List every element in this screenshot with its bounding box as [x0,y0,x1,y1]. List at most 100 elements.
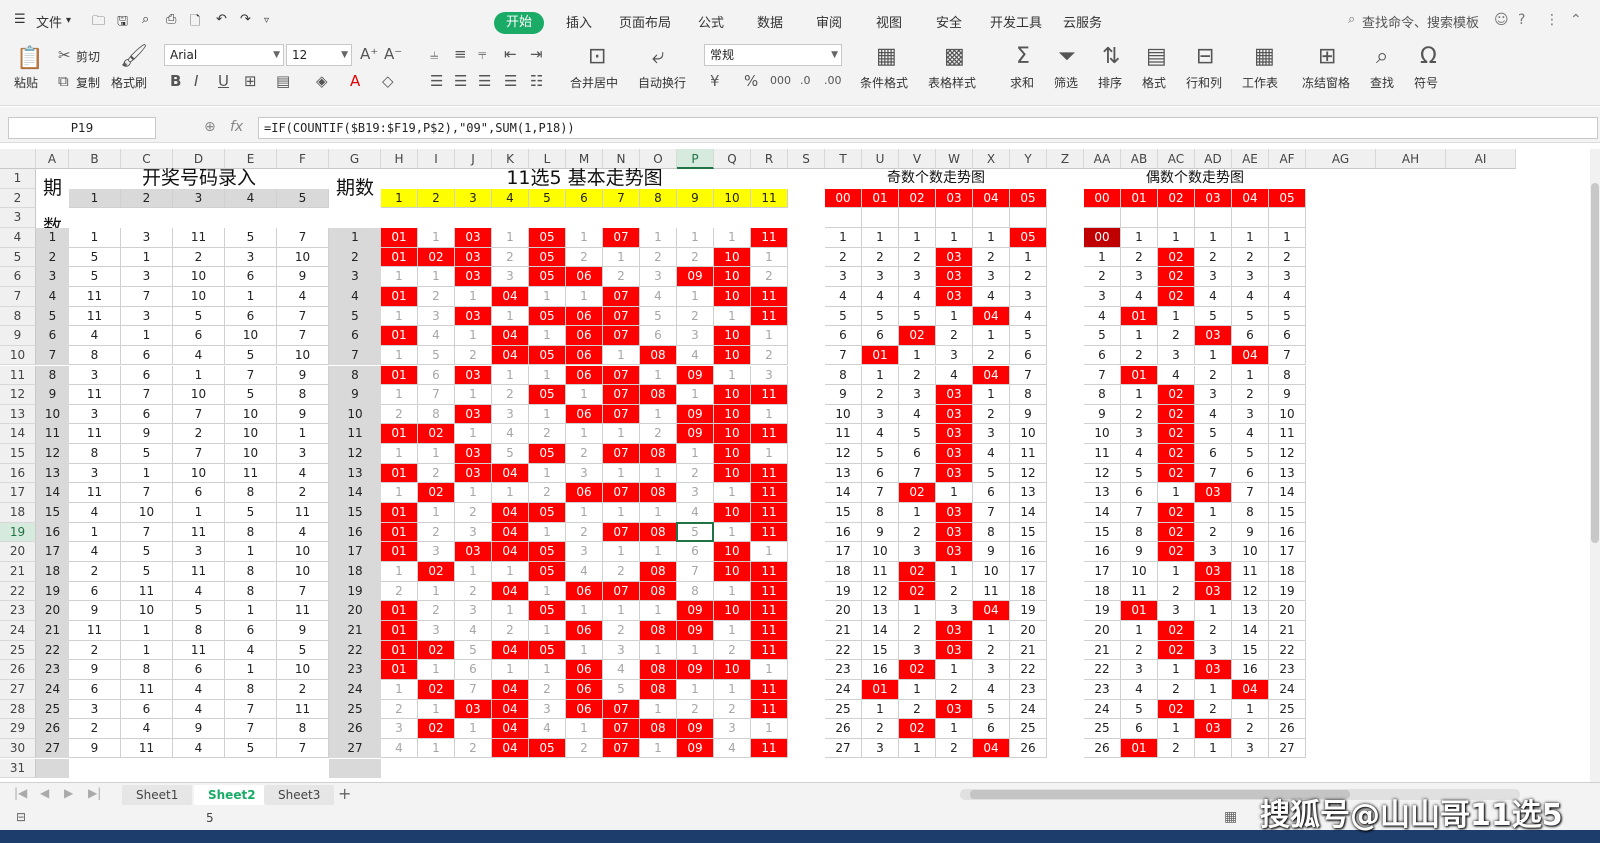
trend-cell[interactable]: 04 [492,581,529,602]
even-count-cell[interactable]: 26 [1084,738,1121,759]
trend-cell[interactable]: 6 [677,542,714,562]
odd-count-cell[interactable]: 7 [899,463,936,484]
column-header-Q[interactable]: Q [714,149,751,169]
even-count-cell[interactable]: 3 [1232,404,1269,425]
trend-cell[interactable]: 10 [714,463,751,484]
even-count-cell[interactable]: 03 [1195,483,1232,504]
trend-cell[interactable]: 3 [751,365,788,386]
draw-cell[interactable]: 4 [121,719,173,739]
trend-cell[interactable]: 03 [455,404,492,425]
row-header-11[interactable]: 11 [0,365,36,386]
even-count-cell[interactable]: 03 [1195,581,1232,602]
draw-cell[interactable]: 9 [277,267,329,287]
trend-cell[interactable]: 11 [751,522,788,543]
trend-cell[interactable]: 5 [603,679,640,700]
trend-cell[interactable]: 06 [566,483,603,504]
row-header-25[interactable]: 25 [0,640,36,661]
odd-count-cell[interactable]: 22 [825,640,862,661]
trend-cell[interactable]: 2 [418,522,455,543]
draw-cell[interactable]: 3 [121,227,173,248]
period-cell[interactable]: 10 [329,405,381,425]
odd-count-cell[interactable]: 25 [825,699,862,720]
even-count-cell[interactable]: 02 [1158,503,1195,523]
trend-cell[interactable]: 11 [751,620,788,641]
trend-cell[interactable]: 03 [455,306,492,327]
draw-cell[interactable]: 11 [277,503,329,523]
find-button[interactable]: 查找 [1370,74,1394,91]
period-cell[interactable]: 16 [329,523,381,543]
even-count-cell[interactable]: 2 [1232,385,1269,405]
odd-count-cell[interactable]: 20 [1010,620,1047,641]
column-header-I[interactable]: I [418,149,455,169]
trend-cell[interactable]: 1 [640,404,677,425]
trend-cell[interactable]: 09 [677,601,714,621]
merge-center-button[interactable]: 合并居中 [570,74,618,91]
trend-cell[interactable]: 05 [529,247,566,268]
cell-style-icon[interactable]: ▤ [276,73,290,89]
even-count-cell[interactable]: 2 [1158,326,1195,346]
copy-button[interactable]: 复制 [76,74,100,91]
find-icon[interactable]: ⌕ [1376,46,1388,68]
odd-count-cell[interactable]: 14 [825,483,862,504]
trend-cell[interactable]: 4 [677,503,714,523]
draw-cell[interactable]: 6 [121,345,173,366]
odd-count-cell[interactable]: 03 [936,503,973,523]
period-cell[interactable]: 17 [329,542,381,562]
even-count-cell[interactable]: 03 [1195,562,1232,582]
even-count-cell[interactable]: 6 [1121,719,1158,739]
odd-count-cell[interactable]: 3 [862,404,899,425]
period-cell[interactable]: 14 [329,483,381,503]
draw-cell[interactable]: 10 [173,463,225,484]
trend-cell[interactable]: 2 [677,306,714,327]
draw-cell[interactable]: 1 [121,640,173,661]
column-header-P[interactable]: P [677,149,714,169]
trend-cell[interactable]: 1 [492,660,529,680]
trend-cell[interactable]: 2 [381,581,418,602]
odd-count-cell[interactable]: 12 [825,444,862,464]
odd-count-cell[interactable]: 2 [862,385,899,405]
even-count-cell[interactable]: 2 [1195,522,1232,543]
even-count-cell[interactable]: 4 [1121,444,1158,464]
trend-cell[interactable]: 10 [714,562,751,582]
draw-cell[interactable]: 9 [121,424,173,445]
even-count-cell[interactable]: 6 [1195,444,1232,464]
column-header-AF[interactable]: AF [1269,149,1306,169]
trend-cell[interactable]: 1 [603,345,640,366]
odd-count-cell[interactable]: 6 [825,326,862,346]
draw-cell[interactable]: 5 [69,267,121,287]
trend-cell[interactable]: 3 [418,620,455,641]
draw-cell[interactable]: 6 [121,365,173,386]
odd-count-cell[interactable]: 5 [899,306,936,327]
currency-icon[interactable]: ¥ [710,73,720,89]
period-cell[interactable]: 1 [329,228,381,248]
trend-cell[interactable]: 04 [492,286,529,307]
odd-count-cell[interactable]: 1 [899,738,936,759]
even-blank-cell[interactable] [1269,208,1306,228]
odd-count-cell[interactable]: 2 [936,738,973,759]
trend-cell[interactable]: 05 [529,345,566,366]
trend-cell[interactable]: 06 [566,267,603,287]
trend-cell[interactable]: 1 [418,227,455,248]
odd-count-cell[interactable]: 26 [825,719,862,739]
odd-count-cell[interactable]: 2 [862,247,899,268]
odd-count-cell[interactable]: 3 [899,267,936,287]
draw-cell[interactable]: 1 [121,247,173,268]
row-header-10[interactable]: 10 [0,345,36,366]
draw-cell[interactable]: 10 [277,247,329,268]
trend-cell[interactable]: 04 [492,522,529,543]
trend-cell[interactable]: 1 [714,620,751,641]
trend-cell[interactable]: 08 [640,385,677,405]
draw-cell[interactable]: 9 [69,660,121,680]
trend-cell[interactable]: 1 [381,267,418,287]
trend-cell[interactable]: 03 [455,267,492,287]
trend-cell[interactable]: 1 [492,562,529,582]
draw-cell[interactable]: 8 [225,522,277,543]
odd-count-cell[interactable]: 1 [936,483,973,504]
even-count-cell[interactable]: 1 [1232,699,1269,720]
even-count-cell[interactable]: 02 [1158,247,1195,268]
open-icon[interactable]: 🗀 [92,12,105,34]
paste-button[interactable]: 粘贴 [14,74,38,91]
trend-cell[interactable]: 1 [529,522,566,543]
trend-cell[interactable]: 2 [603,562,640,582]
copy-icon[interactable]: ⧉ [58,73,69,89]
